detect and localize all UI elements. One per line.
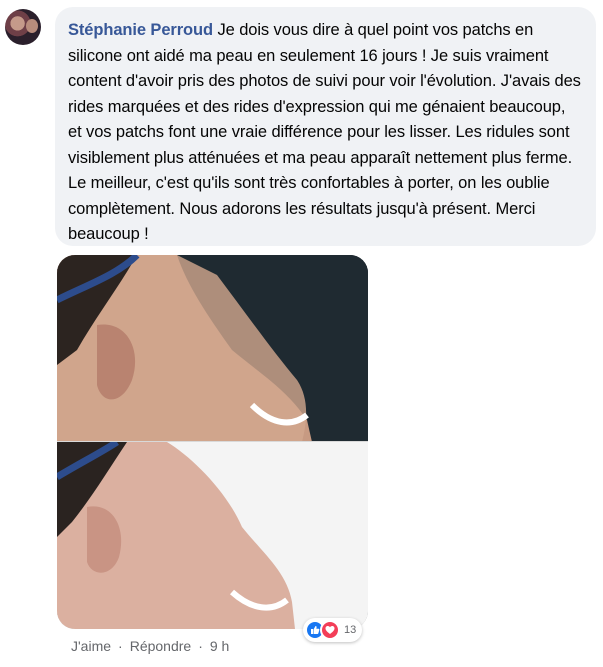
reaction-summary[interactable]: 13 [303,618,363,642]
comment-timestamp[interactable]: 9 h [210,638,229,654]
comment-actions: J'aime · Répondre · 9 h [71,638,229,654]
like-button[interactable]: J'aime [71,638,111,654]
action-separator: · [198,638,203,654]
love-icon [320,620,340,640]
photo-after [57,442,368,629]
comment-text: Je dois vous dire à quel point vos patch… [68,21,581,243]
reaction-count: 13 [344,624,357,636]
comment-author[interactable]: Stéphanie Perroud [68,21,213,39]
comment-photo[interactable] [57,255,368,629]
photo-before [57,255,368,442]
avatar[interactable] [5,9,41,45]
comment-bubble: Stéphanie Perroud Je dois vous dire à qu… [55,7,596,246]
reply-button[interactable]: Répondre [130,638,192,654]
action-separator: · [118,638,123,654]
